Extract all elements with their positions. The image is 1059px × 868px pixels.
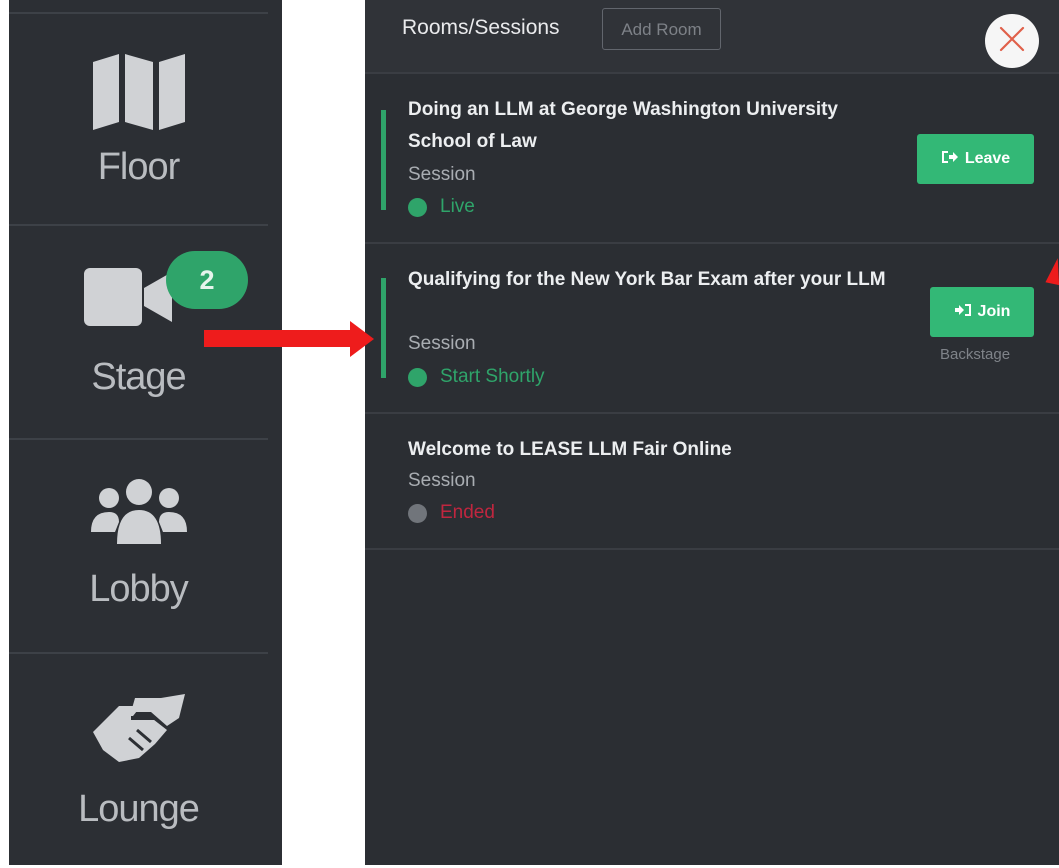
nav-item-label: Lounge <box>78 788 200 830</box>
annotation-arrow-head <box>350 321 374 357</box>
status-dot <box>408 197 427 217</box>
session-title: Doing an LLM at George Washington Univer… <box>408 99 838 152</box>
session-status: Live <box>408 196 475 218</box>
backstage-label: Backstage <box>940 346 1011 363</box>
status-dot <box>408 367 427 387</box>
users-group-icon <box>89 474 189 551</box>
nav-item-label: Floor <box>97 146 181 188</box>
left-navigation: Floor Stage 2 Lobby Lounge <box>9 0 282 865</box>
session-status: Start Shortly <box>408 366 545 388</box>
nav-item-lobby[interactable]: Lobby <box>9 440 268 654</box>
session-type: Session <box>408 164 476 185</box>
session-accent-bar <box>381 278 386 378</box>
session-accent-bar <box>381 110 386 210</box>
join-button[interactable]: Join <box>930 287 1034 337</box>
sign-out-icon <box>941 150 959 169</box>
session-item[interactable]: Qualifying for the New York Bar Exam aft… <box>365 244 1059 414</box>
join-button-label: Join <box>977 303 1011 320</box>
status-text: Ended <box>440 502 495 523</box>
nav-item-lounge[interactable]: Lounge <box>9 654 268 868</box>
session-title: Welcome to LEASE LLM Fair Online <box>408 439 732 460</box>
sign-in-icon <box>954 303 972 322</box>
close-button[interactable] <box>985 14 1039 68</box>
add-room-button[interactable]: Add Room <box>602 8 721 50</box>
nav-item-label: Stage <box>91 356 186 398</box>
annotation-arrow <box>204 330 352 347</box>
status-dot <box>408 503 427 523</box>
status-text: Start Shortly <box>440 366 545 387</box>
map-icon <box>89 52 189 137</box>
sessions-panel: Rooms/Sessions Add Room Doing an LLM at … <box>365 0 1059 865</box>
session-type: Session <box>408 333 476 354</box>
session-item[interactable]: Doing an LLM at George Washington Univer… <box>365 74 1059 244</box>
leave-button[interactable]: Leave <box>917 134 1034 184</box>
nav-item-floor[interactable]: Floor <box>9 12 268 226</box>
session-status: Ended <box>408 502 495 524</box>
panel-header: Rooms/Sessions Add Room <box>365 0 1059 74</box>
video-camera-icon <box>83 266 174 333</box>
nav-item-label: Lobby <box>89 568 189 610</box>
notification-badge: 2 <box>166 251 248 309</box>
session-type: Session <box>408 470 476 491</box>
handshake-icon <box>89 692 189 769</box>
panel-title: Rooms/Sessions <box>402 16 560 39</box>
session-item[interactable]: Welcome to LEASE LLM Fair Online Session… <box>365 414 1059 550</box>
close-icon <box>999 26 1025 57</box>
status-text: Live <box>440 196 475 217</box>
leave-button-label: Leave <box>964 150 1011 167</box>
session-title: Qualifying for the New York Bar Exam aft… <box>408 269 886 290</box>
